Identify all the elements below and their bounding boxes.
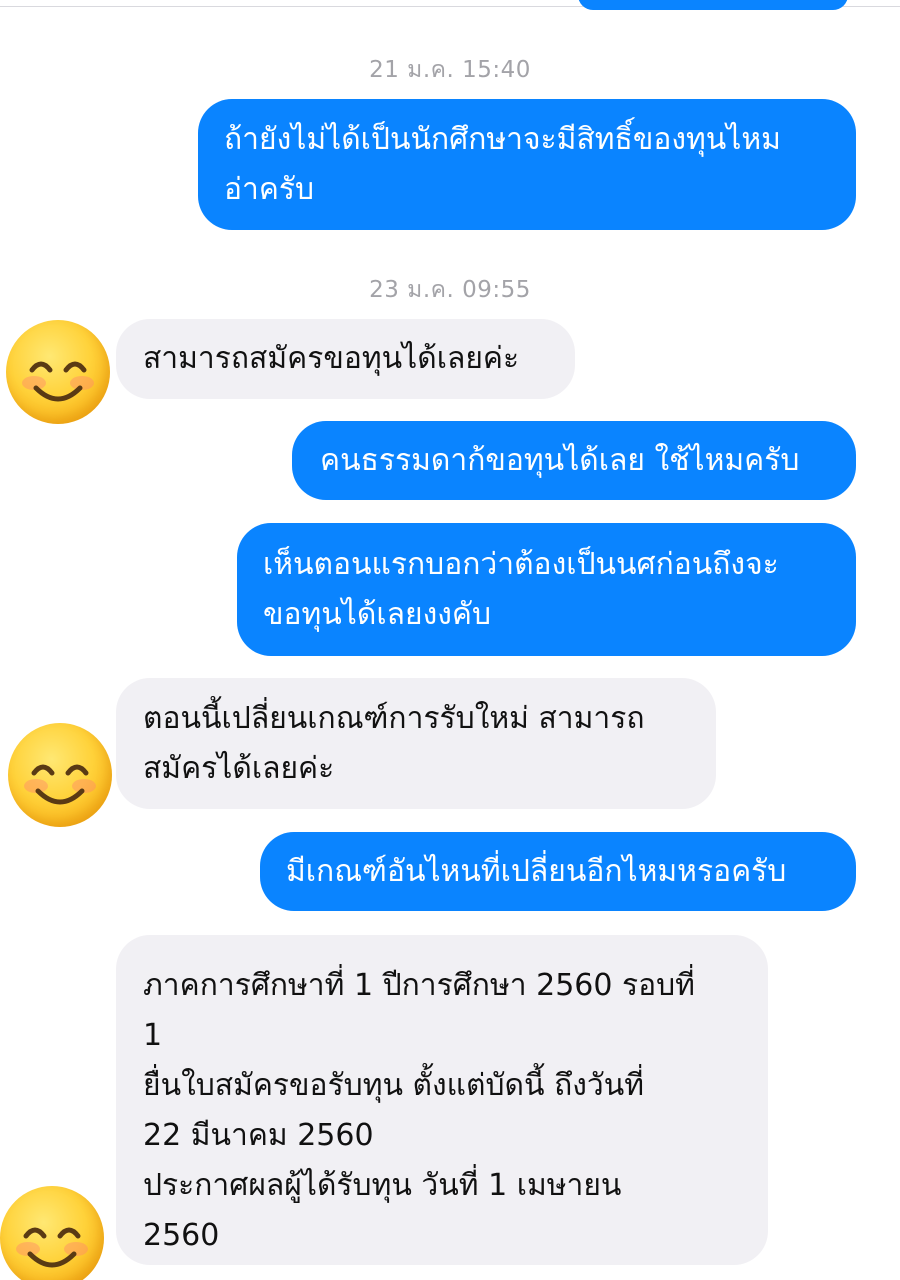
message-line: สามารถสมัครขอทุนได้เลยค่ะ <box>143 341 520 376</box>
message-line: ยื่นใบสมัครขอรับทุน ตั้งแต่บัดนี้ ถึงวัน… <box>143 1068 645 1103</box>
outgoing-message[interactable]: มีเกณฑ์อันไหนที่เปลี่ยนอีกไหมหรอครับ <box>260 832 856 911</box>
message-line: ถ้ายังไม่ได้เป็นนักศึกษาจะมีสิทธิ์ของทุน… <box>224 122 781 157</box>
message-line: ตอนนี้เปลี่ยนเกณฑ์การรับใหม่ สามารถ <box>143 701 645 736</box>
incoming-message[interactable]: สามารถสมัครขอทุนได้เลยค่ะ <box>116 319 575 399</box>
message-line: ขอทุนได้เลยงงคับ <box>263 597 492 632</box>
smiling-face-emoji-icon[interactable] <box>0 1186 104 1280</box>
incoming-message[interactable]: ภาคการศึกษาที่ 1 ปีการศึกษา 2560 รอบที่ … <box>116 935 768 1265</box>
incoming-message[interactable]: ตอนนี้เปลี่ยนเกณฑ์การรับใหม่ สามารถ สมัค… <box>116 678 716 809</box>
smiling-face-emoji-icon[interactable] <box>6 320 110 424</box>
message-line: 22 มีนาคม 2560 <box>143 1118 374 1153</box>
message-line: 2560 <box>143 1218 220 1253</box>
outgoing-message[interactable]: ถ้ายังไม่ได้เป็นนักศึกษาจะมีสิทธิ์ของทุน… <box>198 99 856 230</box>
outgoing-message[interactable]: คนธรรมดาก้ขอทุนได้เลย ใช้ไหมครับ <box>292 421 856 500</box>
message-line: มีเกณฑ์อันไหนที่เปลี่ยนอีกไหมหรอครับ <box>286 854 787 889</box>
message-line: เห็นตอนแรกบอกว่าต้องเป็นนศก่อนถึงจะ <box>263 547 779 582</box>
outgoing-message[interactable]: เห็นตอนแรกบอกว่าต้องเป็นนศก่อนถึงจะ ขอทุ… <box>237 523 856 656</box>
message-line: อ่าครับ <box>224 172 315 207</box>
message-line: ภาคการศึกษาที่ 1 ปีการศึกษา 2560 รอบที่ <box>143 968 695 1003</box>
message-line: สมัครได้เลยค่ะ <box>143 751 335 786</box>
timestamp: 21 ม.ค. 15:40 <box>369 57 531 83</box>
message-line: ประกาศผลผู้ได้รับทุน วันที่ 1 เมษายน <box>143 1168 622 1203</box>
chat-screen: 21 ม.ค. 15:40 ถ้ายังไม่ได้เป็นนักศึกษาจะ… <box>0 0 900 1280</box>
timestamp: 23 ม.ค. 09:55 <box>369 277 531 303</box>
previous-message-bubble[interactable] <box>578 0 848 10</box>
message-line: คนธรรมดาก้ขอทุนได้เลย ใช้ไหมครับ <box>320 443 800 478</box>
smiling-face-emoji-icon[interactable] <box>8 723 112 827</box>
message-line: 1 <box>143 1018 163 1053</box>
